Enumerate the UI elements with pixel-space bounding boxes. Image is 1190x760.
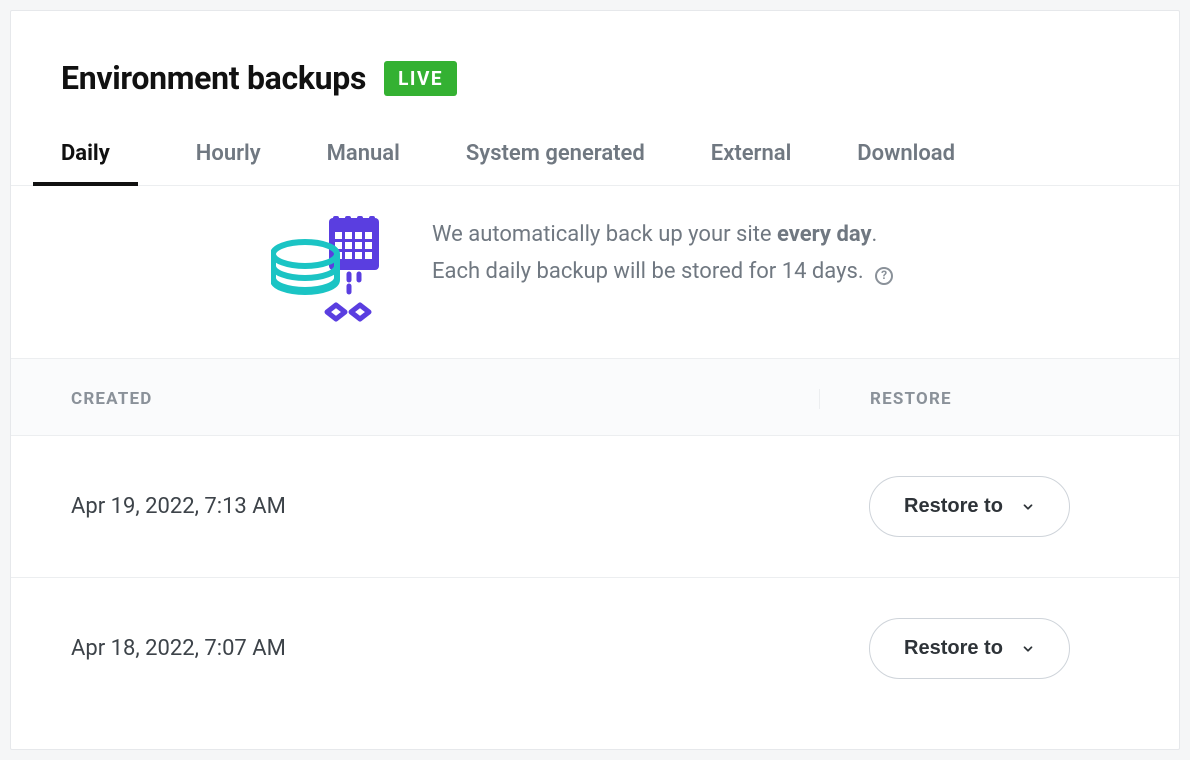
th-created: CREATED <box>71 389 819 409</box>
tab-system-generated[interactable]: System generated <box>458 141 653 185</box>
restore-to-label: Restore to <box>904 637 1003 660</box>
chevron-down-icon <box>1021 642 1035 656</box>
cell-created: Apr 19, 2022, 7:13 AM <box>71 494 819 519</box>
info-line2: Each daily backup will be stored for 14 … <box>432 259 864 284</box>
cell-created: Apr 18, 2022, 7:07 AM <box>71 636 819 661</box>
info-line1-post: . <box>872 222 878 247</box>
info-text: We automatically back up your site every… <box>432 216 893 291</box>
page-title: Environment backups <box>61 59 366 97</box>
live-badge: LIVE <box>384 61 457 96</box>
restore-to-button[interactable]: Restore to <box>869 476 1070 537</box>
info-line1-pre: We automatically back up your site <box>432 222 777 247</box>
tab-manual[interactable]: Manual <box>319 141 408 185</box>
cell-restore: Restore to <box>819 618 1119 679</box>
tabs: Daily Hourly Manual System generated Ext… <box>11 97 1179 186</box>
help-icon[interactable]: ? <box>875 267 893 285</box>
info-row: We automatically back up your site every… <box>11 186 1179 359</box>
tab-hourly[interactable]: Hourly <box>188 141 269 185</box>
cell-restore: Restore to <box>819 476 1119 537</box>
table-row: Apr 19, 2022, 7:13 AM Restore to <box>11 436 1179 578</box>
tab-daily[interactable]: Daily <box>33 141 138 186</box>
table-header: CREATED RESTORE <box>11 359 1179 436</box>
info-line1-bold: every day <box>777 222 872 247</box>
tab-external[interactable]: External <box>703 141 800 185</box>
restore-to-button[interactable]: Restore to <box>869 618 1070 679</box>
tab-download[interactable]: Download <box>849 141 963 185</box>
table-row: Apr 18, 2022, 7:07 AM Restore to <box>11 578 1179 719</box>
th-restore: RESTORE <box>819 389 1119 409</box>
chevron-down-icon <box>1021 500 1035 514</box>
backup-illustration-icon <box>271 216 386 326</box>
header: Environment backups LIVE <box>11 11 1179 97</box>
backups-card: Environment backups LIVE Daily Hourly Ma… <box>10 10 1180 750</box>
restore-to-label: Restore to <box>904 495 1003 518</box>
